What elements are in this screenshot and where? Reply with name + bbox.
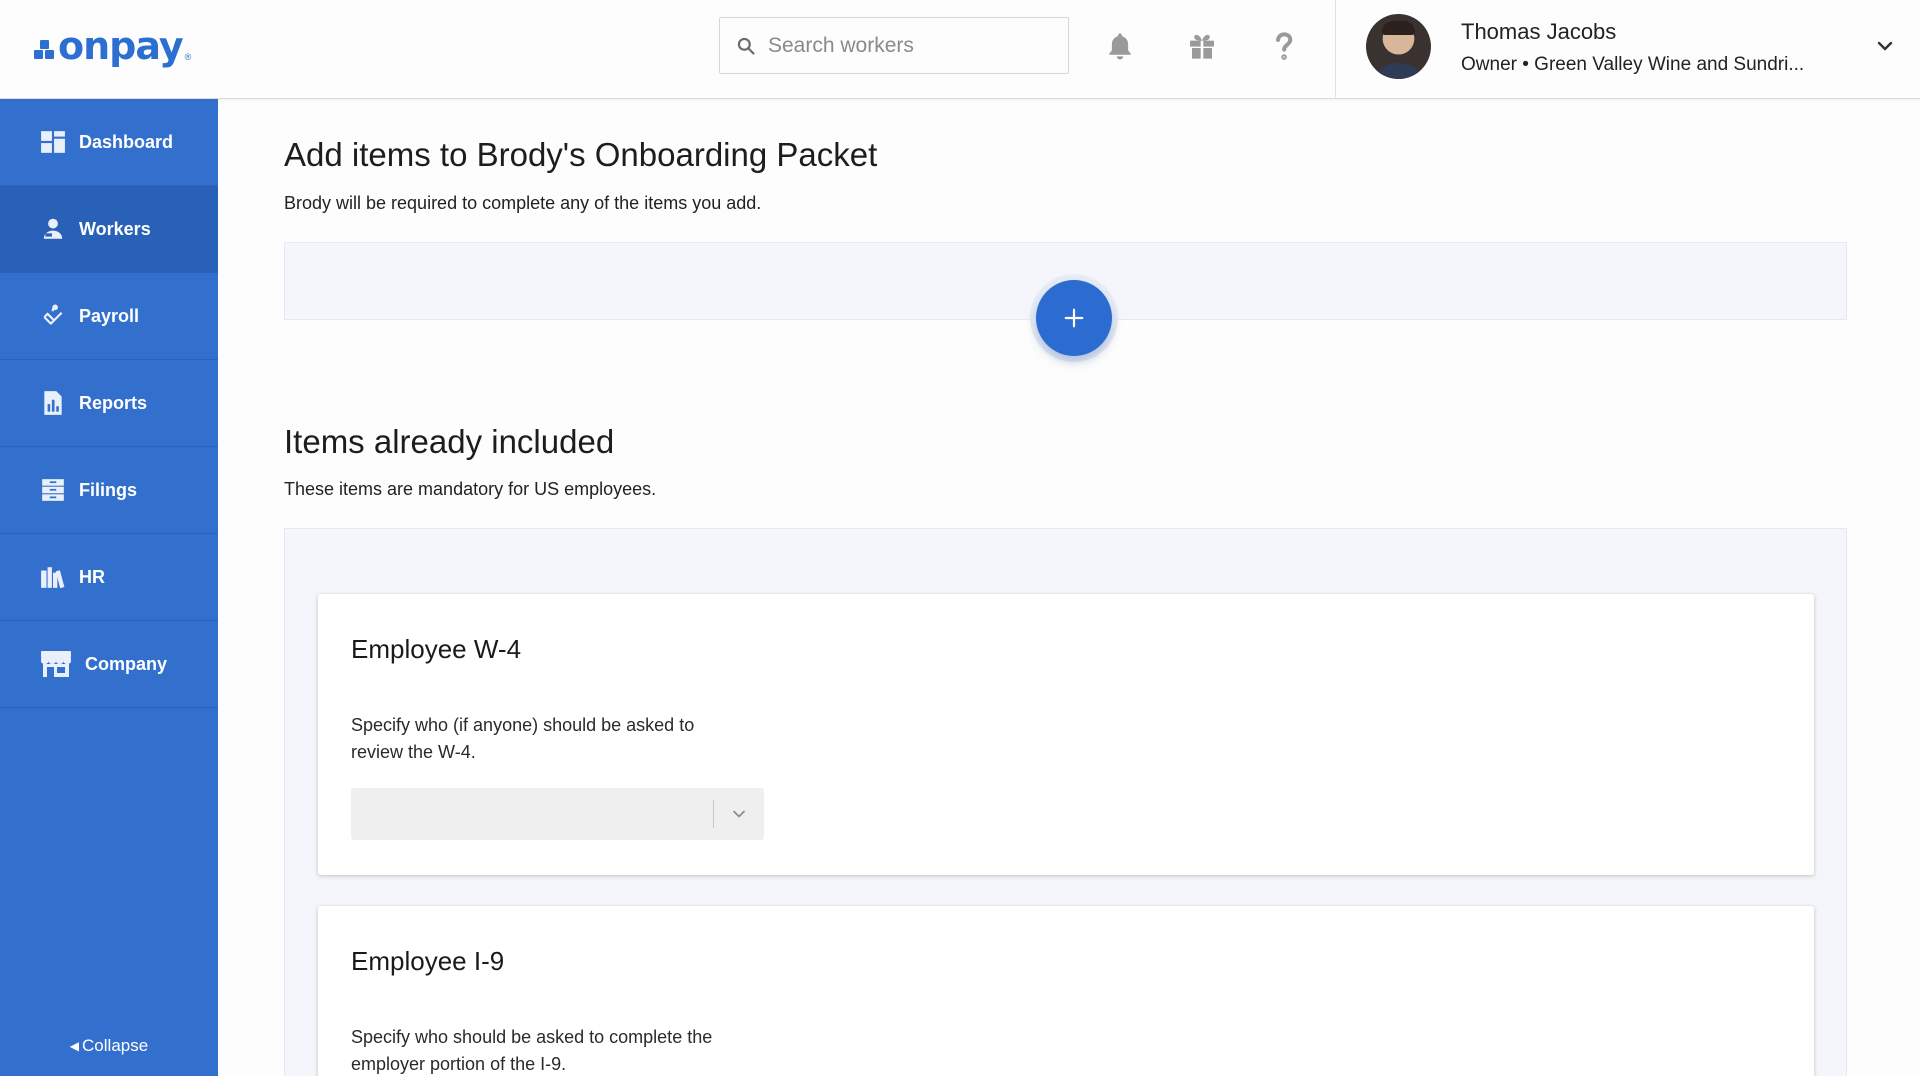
reports-icon (40, 390, 66, 416)
sidebar-item-label: Payroll (79, 305, 140, 326)
onpay-logo[interactable]: onpay ® (34, 24, 192, 68)
sidebar: Dashboard Workers Payroll Reports Filing… (0, 99, 218, 1076)
sidebar-item-filings[interactable]: Filings (0, 447, 218, 534)
plus-icon (1064, 308, 1084, 328)
bell-icon (1109, 33, 1131, 60)
workers-icon (40, 216, 66, 242)
section-subtitle: These items are mandatory for US employe… (284, 479, 657, 499)
add-item-button[interactable] (1036, 280, 1112, 356)
user-role: Owner • Green Valley Wine and Sundri... (1461, 54, 1805, 75)
help-button[interactable] (1262, 24, 1306, 68)
sidebar-item-label: Company (85, 653, 168, 674)
company-icon (40, 650, 72, 678)
sidebar-item-workers[interactable]: Workers (0, 186, 218, 273)
page-subtitle: Brody will be required to complete any o… (284, 193, 762, 213)
card-description: Specify who (if anyone) should be asked … (351, 715, 695, 762)
collapse-label: Collapse (82, 1036, 149, 1055)
filings-icon (40, 477, 66, 503)
notifications-button[interactable] (1098, 24, 1142, 68)
hr-icon (40, 564, 66, 590)
sidebar-item-hr[interactable]: HR (0, 534, 218, 621)
dashboard-icon (40, 129, 66, 155)
section-title: Items already included (284, 423, 615, 460)
sidebar-item-payroll[interactable]: Payroll (0, 273, 218, 360)
sidebar-item-reports[interactable]: Reports (0, 360, 218, 447)
search-box[interactable] (719, 17, 1069, 74)
logo-text: onpay (58, 24, 184, 68)
page-title: Add items to Brody's Onboarding Packet (284, 136, 878, 173)
logo-mark-icon (34, 40, 56, 62)
avatar[interactable] (1366, 14, 1431, 79)
search-icon (737, 37, 755, 55)
header-divider (1335, 0, 1336, 99)
chevron-left-icon: ◀ (69, 1039, 80, 1053)
w4-card: Employee W-4 Specify who (if anyone) sho… (318, 594, 1814, 875)
logo-registered-mark: ® (184, 52, 192, 62)
card-description: Specify who should be asked to complete … (351, 1027, 713, 1074)
chevron-down-icon (733, 810, 745, 818)
user-name: Thomas Jacobs (1461, 19, 1617, 44)
sidebar-item-company[interactable]: Company (0, 621, 218, 708)
included-items-area: Employee W-4 Specify who (if anyone) sho… (284, 528, 1847, 1076)
gifts-button[interactable] (1180, 24, 1224, 68)
card-title: Employee I-9 (351, 946, 505, 976)
help-icon (1276, 32, 1293, 60)
gift-icon (1190, 34, 1214, 59)
sidebar-item-label: Workers (79, 218, 151, 239)
search-input[interactable] (768, 33, 1048, 58)
main-content: Add items to Brody's Onboarding Packet B… (218, 99, 1920, 1076)
sidebar-item-dashboard[interactable]: Dashboard (0, 99, 218, 186)
collapse-button[interactable]: ◀ Collapse (0, 1036, 218, 1056)
chevron-down-icon[interactable] (1873, 34, 1897, 58)
payroll-icon (40, 303, 66, 329)
card-title: Employee W-4 (351, 634, 522, 664)
w4-reviewer-select[interactable] (351, 788, 764, 840)
sidebar-item-label: Filings (79, 479, 137, 500)
top-header: onpay ® Thomas Jacobs Owner • Green Vall… (0, 0, 1920, 99)
sidebar-item-label: Reports (79, 392, 148, 413)
sidebar-item-label: HR (79, 566, 105, 587)
select-separator (713, 800, 714, 828)
sidebar-item-label: Dashboard (79, 131, 174, 152)
i9-card: Employee I-9 Specify who should be asked… (318, 906, 1814, 1076)
